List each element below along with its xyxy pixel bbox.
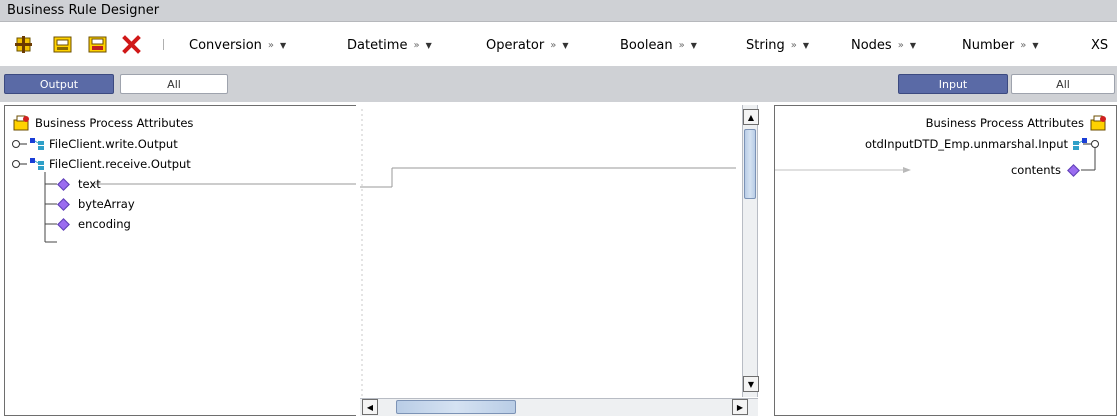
tree-leaf-text[interactable]: text: [57, 174, 101, 194]
menu-label: Conversion: [189, 37, 262, 53]
menu-datetime[interactable]: Datetime » ▼: [347, 35, 432, 55]
menu-label: Datetime: [347, 37, 408, 53]
input-all-button[interactable]: All: [1011, 74, 1115, 94]
toolbar-separator: [163, 39, 164, 50]
attribute-diamond-icon: [57, 177, 70, 191]
output-all-button[interactable]: All: [120, 74, 228, 94]
tree-leaf-contents[interactable]: contents: [1010, 160, 1080, 180]
menu-number[interactable]: Number » ▼: [962, 35, 1039, 55]
tree-label: FileClient.receive.Output: [49, 157, 191, 171]
scroll-right-icon[interactable]: ▶: [732, 399, 748, 415]
mapping-link-lines: [360, 109, 736, 397]
vertical-scrollbar[interactable]: ▲ ▼: [742, 105, 759, 397]
rule-toolbar: Conversion » ▼ Datetime » ▼ Operator » ▼…: [0, 22, 1117, 66]
menu-conversion[interactable]: Conversion » ▼: [189, 35, 286, 55]
dropdown-arrow-icon: ▼: [690, 40, 697, 50]
menu-label: Boolean: [620, 37, 673, 53]
input-view-button[interactable]: Input: [898, 74, 1008, 94]
window-title: Business Rule Designer: [7, 3, 160, 18]
input-tree-panel: Business Process Attributes otdInputDTD_…: [774, 105, 1117, 416]
structure-node-icon: [30, 138, 44, 150]
menu-label: Number: [962, 37, 1015, 53]
menu-label: Operator: [486, 37, 545, 53]
expand-icon: »: [550, 39, 557, 51]
attribute-diamond-icon: [1067, 163, 1080, 177]
expand-icon: »: [678, 39, 685, 51]
menu-label: XS: [1091, 37, 1109, 53]
horizontal-scroll-thumb[interactable]: [396, 400, 516, 414]
expand-icon: »: [897, 39, 904, 51]
tree-leaf-bytearray[interactable]: byteArray: [57, 194, 135, 214]
tree-label: FileClient.write.Output: [49, 137, 178, 151]
delete-icon[interactable]: [122, 35, 141, 54]
scroll-left-icon[interactable]: ◀: [362, 399, 378, 415]
expand-icon: »: [1020, 39, 1027, 51]
dropdown-arrow-icon: ▼: [802, 40, 810, 50]
menu-label: String: [746, 37, 785, 53]
dropdown-arrow-icon: ▼: [909, 40, 916, 50]
menu-nodes[interactable]: Nodes » ▼: [851, 35, 916, 55]
tree-label: byteArray: [78, 197, 135, 211]
dropdown-arrow-icon: ▼: [562, 40, 569, 50]
window-title-bar: Business Rule Designer: [0, 0, 1117, 22]
vertical-scroll-thumb[interactable]: [744, 129, 756, 199]
tree-label: contents: [1010, 163, 1061, 177]
calendar-icon[interactable]: [53, 35, 72, 54]
add-node-icon[interactable]: [14, 35, 33, 54]
menu-string[interactable]: String » ▼: [746, 35, 809, 55]
dropdown-arrow-icon: ▼: [280, 40, 287, 50]
expand-icon: »: [267, 39, 275, 51]
scroll-down-icon[interactable]: ▼: [743, 376, 759, 392]
output-tree-panel: Business Process Attributes FileClient.w…: [4, 105, 360, 416]
structure-node-icon: [30, 158, 44, 170]
tree-node-fileclient-write-output[interactable]: FileClient.write.Output: [29, 134, 178, 154]
output-view-button[interactable]: Output: [4, 74, 114, 94]
tree-node-fileclient-receive-output[interactable]: FileClient.receive.Output: [29, 154, 191, 174]
dropdown-arrow-icon: ▼: [1032, 40, 1039, 50]
menu-operator[interactable]: Operator » ▼: [486, 35, 568, 55]
attribute-diamond-icon: [57, 217, 70, 231]
tree-leaf-encoding[interactable]: encoding: [57, 214, 131, 234]
attribute-diamond-icon: [57, 197, 70, 211]
save-rule-icon[interactable]: [88, 35, 107, 54]
expand-icon: »: [413, 39, 420, 51]
mapping-canvas[interactable]: [356, 105, 774, 416]
dropdown-arrow-icon: ▼: [425, 40, 432, 50]
expand-icon: »: [790, 39, 797, 51]
menu-label: Nodes: [851, 37, 892, 53]
tree-label: encoding: [78, 217, 131, 231]
view-filter-bar: Output All Input All: [0, 66, 1117, 102]
menu-boolean[interactable]: Boolean » ▼: [620, 35, 697, 55]
horizontal-scrollbar[interactable]: ◀ ▶: [360, 398, 758, 416]
scroll-up-icon[interactable]: ▲: [743, 109, 759, 125]
menu-xs[interactable]: XS: [1091, 35, 1108, 55]
tree-label: text: [78, 177, 101, 191]
